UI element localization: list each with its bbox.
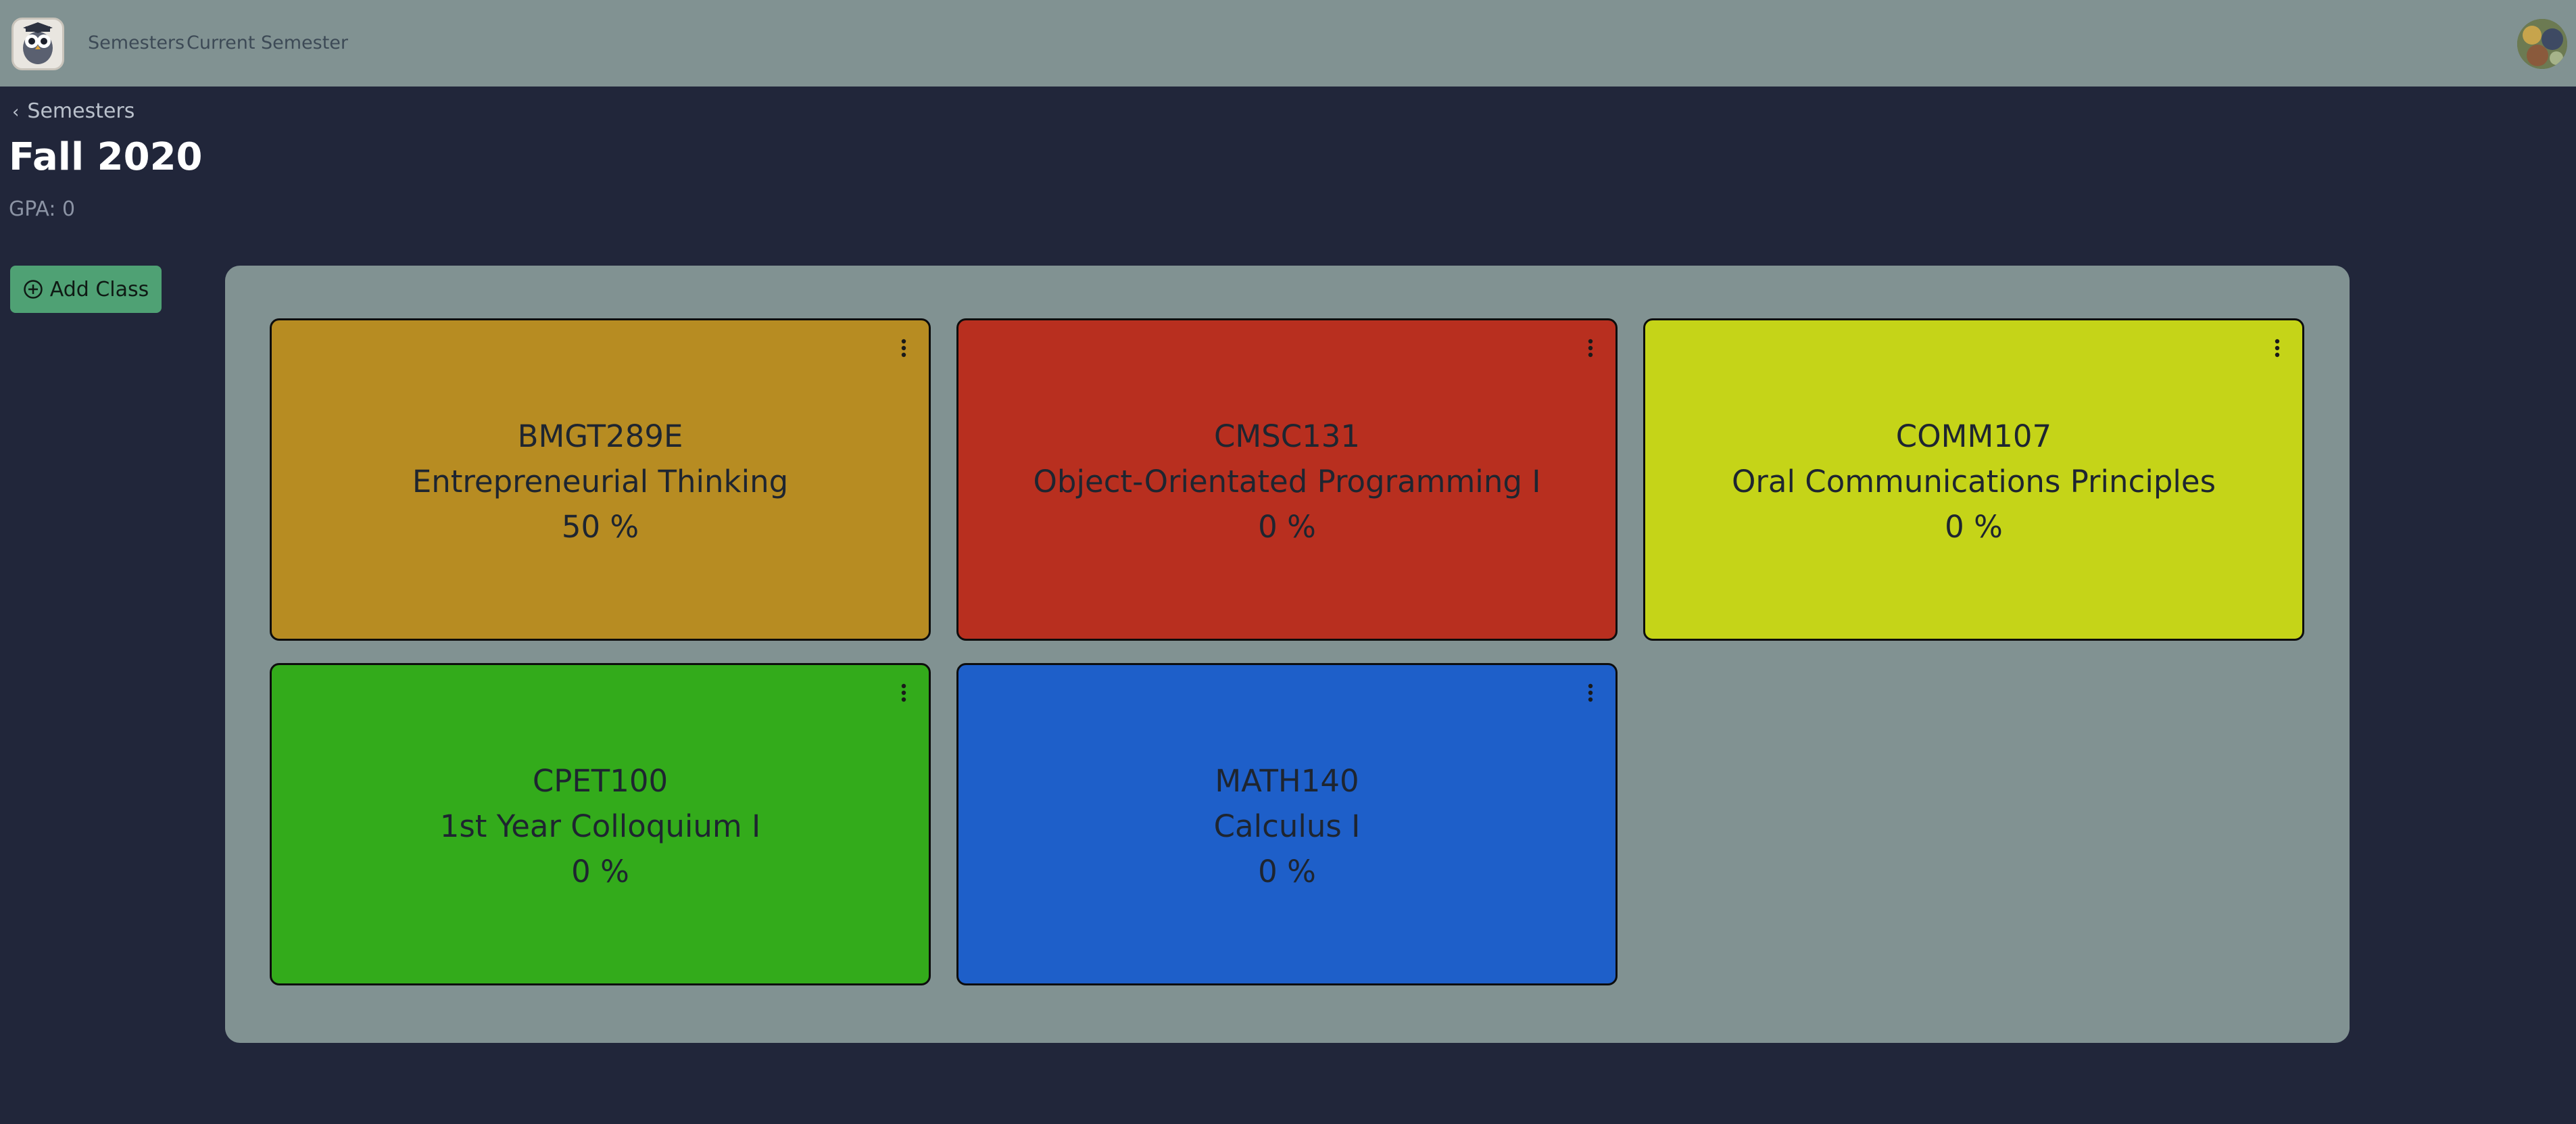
class-card[interactable]: CPET100 1st Year Colloquium I 0 % (270, 663, 931, 985)
app-logo[interactable] (11, 18, 64, 70)
class-grade: 0 % (1945, 509, 2003, 545)
class-code: CPET100 (532, 763, 669, 799)
add-class-label: Add Class (49, 277, 149, 301)
vertical-dots-icon[interactable] (1582, 681, 1599, 704)
class-name: 1st Year Colloquium I (439, 808, 761, 844)
class-grade: 0 % (1258, 854, 1316, 889)
class-card[interactable]: BMGT289E Entrepreneurial Thinking 50 % (270, 318, 931, 641)
class-card[interactable]: COMM107 Oral Communications Principles 0… (1643, 318, 2304, 641)
top-navbar: Semesters Current Semester (0, 0, 2576, 87)
nav-link-semesters[interactable]: Semesters (88, 32, 185, 53)
gpa-value: GPA: 0 (9, 197, 76, 221)
class-name: Object-Orientated Programming I (1033, 464, 1541, 499)
chevron-left-icon: ‹ (12, 102, 20, 122)
class-name: Calculus I (1213, 808, 1361, 844)
class-code: CMSC131 (1213, 418, 1361, 454)
vertical-dots-icon[interactable] (895, 681, 913, 704)
nav-link-current-semester[interactable]: Current Semester (187, 32, 348, 53)
vertical-dots-icon[interactable] (895, 337, 913, 360)
user-avatar[interactable] (2517, 19, 2567, 69)
vertical-dots-icon[interactable] (1582, 337, 1599, 360)
page-title: Fall 2020 (9, 135, 203, 179)
back-link-label: Semesters (27, 99, 135, 123)
vertical-dots-icon[interactable] (2268, 337, 2286, 360)
class-grade: 0 % (571, 854, 629, 889)
add-class-button[interactable]: Add Class (10, 266, 162, 313)
class-board: BMGT289E Entrepreneurial Thinking 50 % C… (225, 266, 2350, 1043)
back-to-semesters-link[interactable]: ‹ Semesters (12, 99, 135, 123)
plus-circle-icon (23, 279, 43, 299)
class-grade: 50 % (561, 509, 639, 545)
class-code: COMM107 (1895, 418, 2052, 454)
class-code: BMGT289E (517, 418, 683, 454)
class-grade: 0 % (1258, 509, 1316, 545)
class-code: MATH140 (1215, 763, 1359, 799)
class-name: Entrepreneurial Thinking (412, 464, 789, 499)
class-card[interactable]: CMSC131 Object-Orientated Programming I … (956, 318, 1618, 641)
class-card[interactable]: MATH140 Calculus I 0 % (956, 663, 1618, 985)
class-name: Oral Communications Principles (1731, 464, 2216, 499)
